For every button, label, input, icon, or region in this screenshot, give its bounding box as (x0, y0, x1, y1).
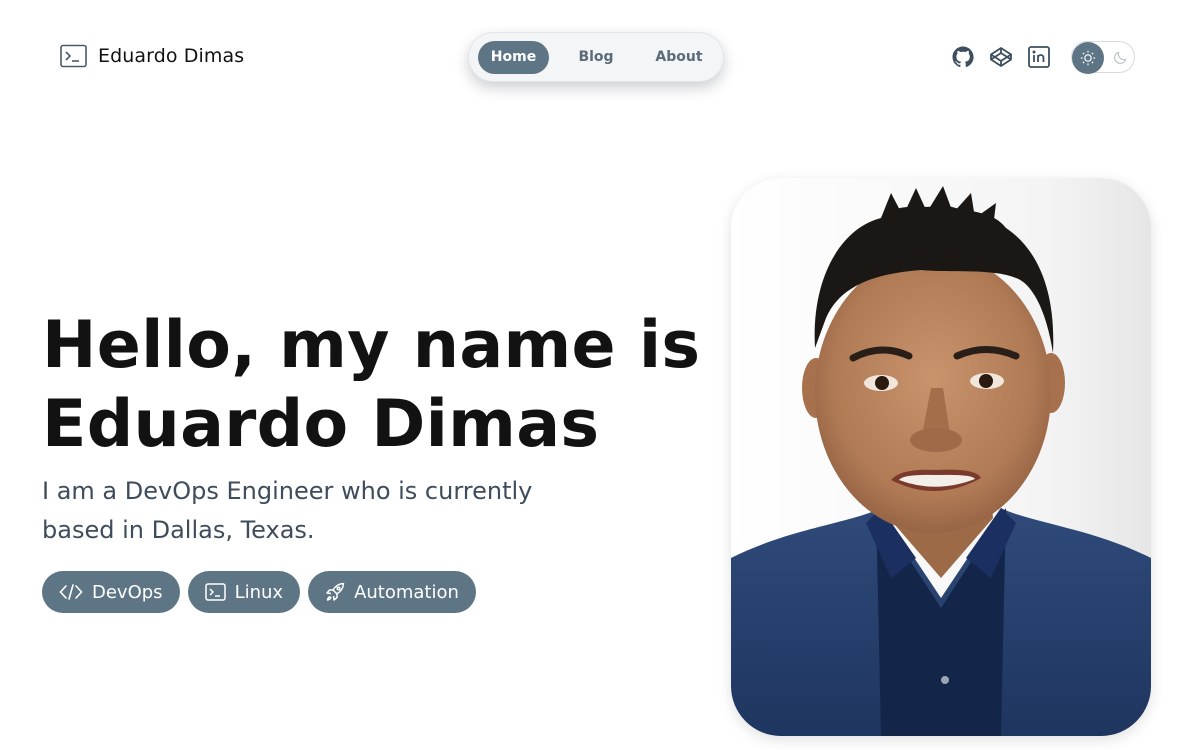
tag-devops[interactable]: DevOps (42, 571, 180, 613)
headline-line-1: Hello, my name is (42, 308, 701, 383)
main-nav: Home Blog About (468, 32, 724, 82)
brand-name: Eduardo Dimas (98, 45, 245, 67)
moon-icon (1113, 50, 1128, 69)
nav-home[interactable]: Home (478, 40, 549, 74)
theme-toggle[interactable] (1071, 41, 1135, 74)
tag-label: Linux (234, 581, 284, 603)
nav-blog[interactable]: Blog (549, 41, 643, 74)
brand-link[interactable]: Eduardo Dimas (60, 44, 244, 68)
terminal-icon (60, 44, 87, 68)
linkedin-icon[interactable] (1027, 44, 1051, 70)
codepen-icon[interactable] (989, 44, 1013, 70)
page: Eduardo Dimas Home Blog About Hello, my … (0, 0, 1200, 750)
tag-label: DevOps (92, 581, 163, 603)
subtitle-line-1: I am a DevOps Engineer who is currently (42, 477, 533, 505)
terminal-icon (204, 583, 226, 601)
subtitle-line-2: based in Dallas, Texas. (42, 516, 315, 544)
tag-automation[interactable]: Automation (308, 571, 476, 613)
nav-about[interactable]: About (643, 41, 715, 74)
profile-photo (731, 178, 1151, 736)
github-icon[interactable] (951, 44, 975, 70)
sun-icon (1072, 42, 1104, 74)
code-icon (59, 583, 83, 601)
hero-subtitle: I am a DevOps Engineer who is currently … (42, 472, 562, 550)
tag-linux[interactable]: Linux (187, 571, 301, 613)
social-links (951, 44, 1051, 70)
headline-line-2: Eduardo Dimas (42, 387, 600, 462)
portrait-illustration (731, 186, 1151, 736)
hero-headline: Hello, my name is Eduardo Dimas (42, 306, 702, 464)
tag-label: Automation (354, 581, 459, 603)
skill-tags: DevOps Linux Automation (42, 571, 476, 613)
rocket-icon (325, 582, 345, 602)
